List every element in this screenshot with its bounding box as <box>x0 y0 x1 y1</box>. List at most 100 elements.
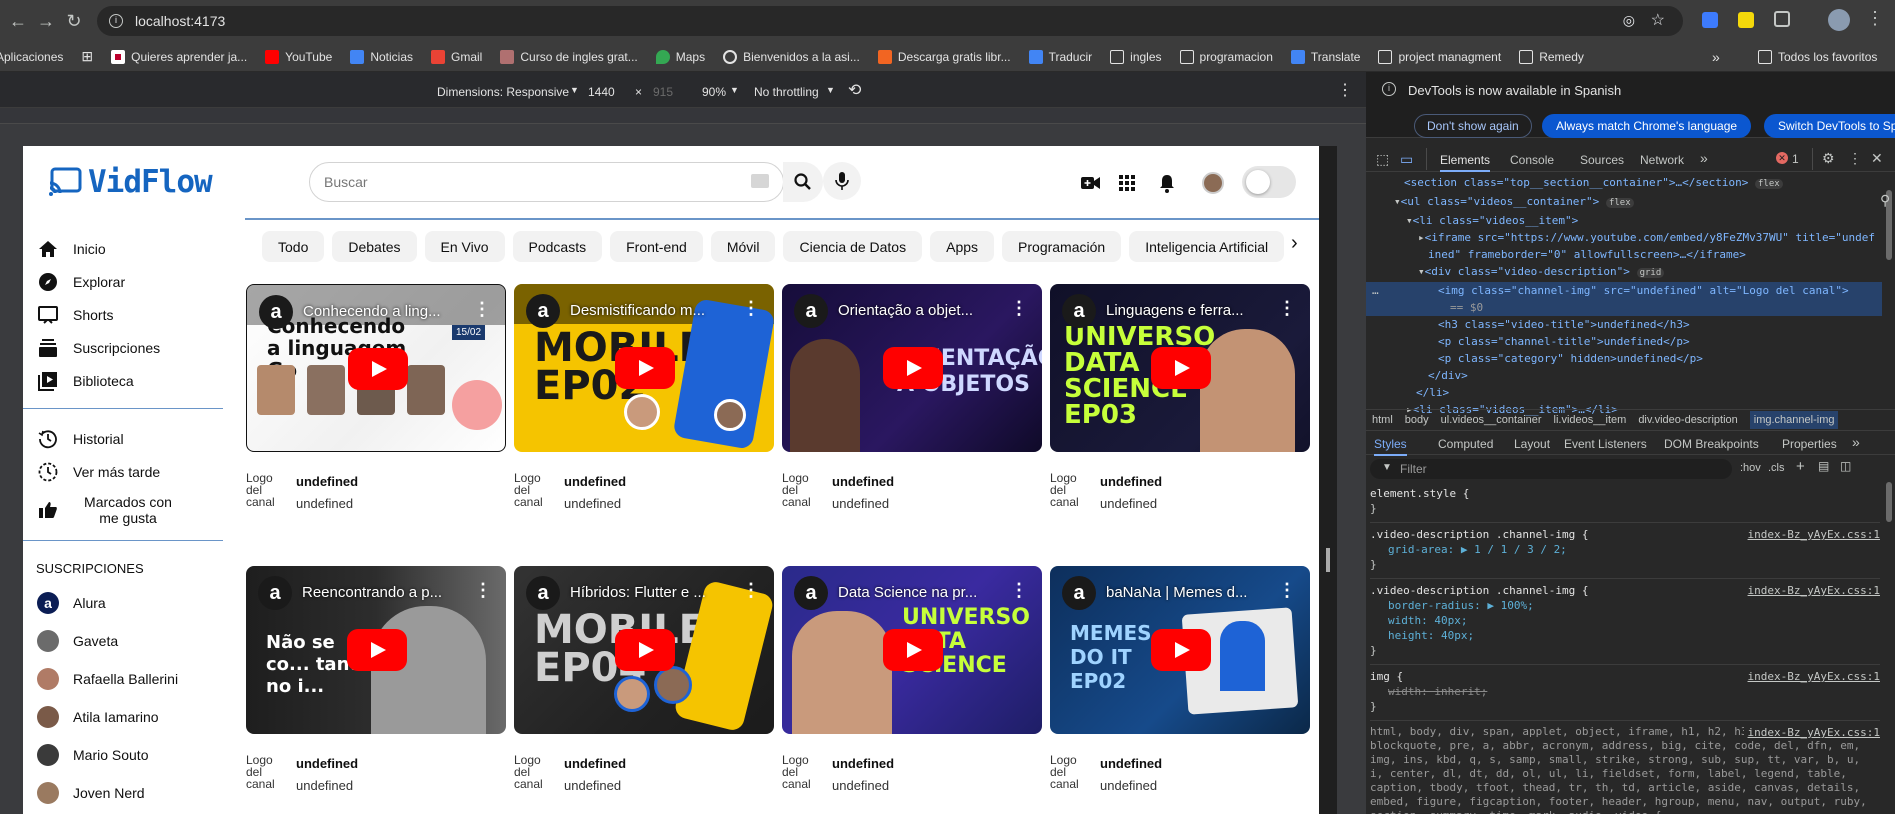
video-thumbnail[interactable]: UNIVERSO DATA SCIENCE EP03 a Linguagens … <box>1050 284 1310 452</box>
tab-styles[interactable]: Styles <box>1374 437 1407 456</box>
bookmark-item[interactable]: Curso de ingles grat... <box>500 49 638 64</box>
dom-line[interactable]: <p class="channel-title">undefined</p> <box>1366 333 1882 350</box>
css-source-link[interactable]: index-Bz_yAyEx.css:1 <box>1748 527 1880 542</box>
dom-line[interactable]: </li> <box>1366 384 1882 401</box>
tab-event-listeners[interactable]: Event Listeners <box>1564 437 1647 451</box>
breadcrumb[interactable]: li.videos__item <box>1554 414 1627 426</box>
tab-elements[interactable]: Elements <box>1440 153 1491 172</box>
chip-movil[interactable]: Móvil <box>710 231 776 262</box>
sidebar-toggle-icon[interactable]: ◫ <box>1840 459 1851 473</box>
hover-state-button[interactable]: :hov <box>1740 462 1761 474</box>
play-button-icon[interactable] <box>1151 347 1211 389</box>
create-video-icon[interactable] <box>1081 176 1101 190</box>
search-button[interactable] <box>783 162 823 202</box>
star-icon[interactable]: ☆ <box>1651 10 1665 30</box>
more-options-icon[interactable]: ⋮ <box>1010 298 1028 319</box>
video-title[interactable]: undefined <box>832 756 894 771</box>
sidebar-item-shorts[interactable]: Shorts <box>23 298 223 331</box>
page-scrollbar[interactable] <box>1319 146 1337 814</box>
video-title[interactable]: undefined <box>296 474 358 489</box>
channel-img[interactable]: Logo del canal <box>514 754 544 794</box>
address-bar[interactable]: i localhost:4173 ◎ ☆ <box>97 6 1683 36</box>
height-input[interactable]: 915 <box>653 85 673 99</box>
video-card[interactable]: MOBILE EP02 a Desmistificando m... ⋮ Log… <box>514 284 774 524</box>
tab-layout[interactable]: Layout <box>1514 437 1550 451</box>
channel-title[interactable]: undefined <box>1100 496 1157 511</box>
error-count[interactable]: 1 <box>1792 152 1799 166</box>
inspect-icon[interactable]: ⬚ <box>1376 151 1389 168</box>
bookmark-folder[interactable]: Remedy <box>1519 49 1584 64</box>
dom-line[interactable]: ▾<li class="videos__item"> <box>1366 212 1882 229</box>
channel-title[interactable]: undefined <box>564 496 621 511</box>
channel-img[interactable]: Logo del canal <box>782 472 812 512</box>
back-icon[interactable]: ← <box>4 7 32 35</box>
dom-line-selected[interactable]: … <img class="channel-img" src="undefined… <box>1366 282 1882 299</box>
switch-language-button[interactable]: Switch DevTools to Spa <box>1764 114 1895 138</box>
chip-ciencia-de-datos[interactable]: Ciencia de Datos <box>783 231 923 262</box>
video-thumbnail[interactable]: Conhecendo a linguagem Go 15/02 a Conhec… <box>246 284 506 452</box>
css-source-link[interactable]: index-Bz_yAyEx.css:1 <box>1748 669 1880 684</box>
more-options-icon[interactable]: ⋮ <box>742 580 760 601</box>
channel-title[interactable]: undefined <box>296 778 353 793</box>
voice-search-button[interactable] <box>823 162 861 200</box>
sidebar-item-ver-mas-tarde[interactable]: Ver más tarde <box>23 455 223 488</box>
chip-debates[interactable]: Debates <box>332 231 417 262</box>
bookmark-item[interactable]: Descarga gratis libr... <box>877 49 1011 64</box>
chip-podcasts[interactable]: Podcasts <box>512 231 603 262</box>
dom-line[interactable]: <p class="category" hidden>undefined</p> <box>1366 350 1882 367</box>
subscription-gaveta[interactable]: Gaveta <box>23 622 223 660</box>
sidebar-item-liked[interactable]: Marcados con me gusta <box>23 488 223 532</box>
more-options-icon[interactable]: ⋮ <box>742 298 760 319</box>
play-button-icon[interactable] <box>348 348 408 390</box>
css-source-link[interactable]: index-Bz_yAyEx.css:1 <box>1743 725 1880 740</box>
more-options-icon[interactable]: ⋮ <box>1278 298 1296 319</box>
sidebar-item-inicio[interactable]: Inicio <box>23 232 223 265</box>
throttle-select[interactable]: No throttling <box>754 85 819 99</box>
width-input[interactable]: 1440 <box>588 85 615 99</box>
bookmark-folder[interactable]: ingles <box>1110 49 1162 64</box>
play-button-icon[interactable] <box>883 629 943 671</box>
subscription-alura[interactable]: a Alura <box>23 584 223 622</box>
video-card[interactable]: MOBILE EP04 a Híbridos: Flutter e ... ⋮ … <box>514 566 774 806</box>
close-devtools-icon[interactable]: ✕ <box>1871 150 1883 167</box>
breadcrumb[interactable]: div.video-description <box>1638 414 1737 426</box>
search-input[interactable]: Buscar <box>309 162 784 202</box>
sidebar-item-explorar[interactable]: Explorar <box>23 265 223 298</box>
sidebar-item-suscripciones[interactable]: Suscripciones <box>23 331 223 364</box>
extension-notes-icon[interactable] <box>1738 12 1754 28</box>
more-tabs-icon[interactable]: » <box>1852 434 1860 450</box>
channel-title[interactable]: undefined <box>1100 778 1157 793</box>
styles-scrollbar[interactable] <box>1886 482 1892 522</box>
all-bookmarks[interactable]: Todos los favoritos <box>1758 50 1877 64</box>
play-button-icon[interactable] <box>615 629 675 671</box>
bookmark-item[interactable]: YouTube <box>265 49 332 64</box>
video-card[interactable]: UNIVERSO DATA SCIENCE a Data Science na … <box>782 566 1042 806</box>
video-card[interactable]: Conhecendo a linguagem Go 15/02 a Conhec… <box>246 284 506 524</box>
bookmark-folder[interactable]: programacion <box>1179 49 1273 64</box>
video-thumbnail[interactable]: ORIENTAÇÃO A OBJETOS a Orientação a obje… <box>782 284 1042 452</box>
video-title[interactable]: undefined <box>564 474 626 489</box>
dont-show-again-button[interactable]: Don't show again <box>1414 114 1532 138</box>
chevron-right-icon[interactable]: › <box>1291 232 1298 255</box>
channel-img[interactable]: Logo del canal <box>514 472 544 512</box>
video-card[interactable]: ORIENTAÇÃO A OBJETOS a Orientação a obje… <box>782 284 1042 524</box>
video-card[interactable]: MEMES DO IT EP02 a baNaNa | Memes d... ⋮… <box>1050 566 1310 806</box>
chip-inteligencia-artificial[interactable]: Inteligencia Artificial <box>1129 231 1285 262</box>
video-thumbnail[interactable]: Não se co... tanto no i... a Reencontran… <box>246 566 506 734</box>
play-button-icon[interactable] <box>347 629 407 671</box>
dom-line[interactable]: ▾<div class="video-description"> grid <box>1366 263 1882 282</box>
channel-img[interactable]: Logo del canal <box>246 472 276 512</box>
menu-kebab-icon[interactable]: ⋮ <box>1866 8 1884 29</box>
channel-img[interactable]: Logo del canal <box>782 754 812 794</box>
css-source-link[interactable]: index-Bz_yAyEx.css:1 <box>1748 583 1880 598</box>
resize-handle[interactable] <box>1326 548 1330 572</box>
tab-console[interactable]: Console <box>1510 153 1554 167</box>
more-options-icon[interactable]: ⋮ <box>1278 580 1296 601</box>
device-mode-icon[interactable]: ▭ <box>1400 151 1413 168</box>
subscription-rafaella[interactable]: Rafaella Ballerini <box>23 660 223 698</box>
channel-title[interactable]: undefined <box>564 778 621 793</box>
apps-grid-icon[interactable] <box>1119 175 1135 191</box>
subscription-joven-nerd[interactable]: Joven Nerd <box>23 774 223 812</box>
theme-toggle[interactable] <box>1242 166 1296 198</box>
more-options-icon[interactable]: ⋮ <box>473 299 491 320</box>
